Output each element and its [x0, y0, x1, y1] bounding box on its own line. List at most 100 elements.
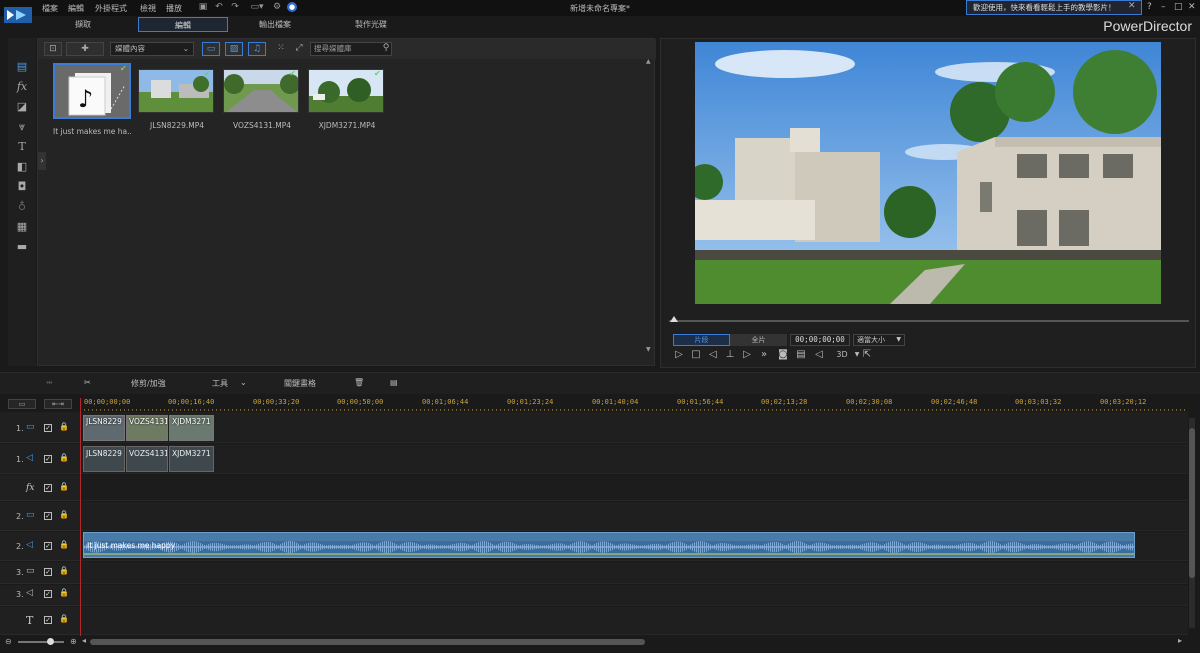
3d-mode-button[interactable]: 3D	[831, 349, 853, 361]
audio-clip[interactable]: XJDM3271	[169, 446, 214, 472]
stop-icon[interactable]: □	[690, 349, 702, 361]
scroll-up-icon[interactable]: ▲	[646, 59, 652, 65]
help-button[interactable]: ?	[1147, 2, 1152, 12]
library-scrollbar[interactable]: ▲ ▼	[646, 59, 652, 359]
expand-panel-icon[interactable]: ›	[38, 152, 46, 170]
previous-frame-icon[interactable]: ◁	[707, 349, 719, 361]
scrollbar-thumb[interactable]	[1189, 428, 1195, 578]
mark-in-icon[interactable]: ⊥	[724, 349, 736, 361]
zoom-slider-handle[interactable]	[47, 638, 54, 645]
undo-icon[interactable]: ↶	[214, 2, 224, 12]
lock-icon[interactable]: 🔒	[59, 482, 69, 491]
view-entire-movie-icon[interactable]: ⇤⇥	[44, 399, 72, 409]
tab-create-disc[interactable]: 製作光碟	[336, 17, 406, 32]
track-enable-checkbox[interactable]: ✓	[44, 424, 52, 432]
video-filter-icon[interactable]: ▭	[202, 42, 220, 56]
media-room-icon[interactable]: ▤	[14, 60, 30, 74]
redo-icon[interactable]: ↷	[230, 2, 240, 12]
undock-preview-icon[interactable]: ⇱	[861, 349, 873, 361]
track-video-2[interactable]	[81, 502, 1188, 531]
timeline-vertical-scrollbar[interactable]	[1189, 418, 1195, 628]
timeline-horizontal-scrollbar[interactable]	[90, 639, 645, 645]
track-video-3[interactable]	[81, 562, 1188, 584]
tab-produce[interactable]: 輸出檔案	[240, 17, 310, 32]
video-clip[interactable]: XJDM3271	[169, 415, 214, 441]
lock-icon[interactable]: 🔒	[59, 540, 69, 549]
grid-view-icon[interactable]: ⁙	[274, 42, 288, 56]
expand-view-icon[interactable]: ⤢	[292, 42, 306, 56]
timeline-ruler[interactable]: ▭ ⇤⇥ 00;00;00;00 00;00;16;40 00;00;33;20…	[0, 396, 1200, 411]
tab-capture[interactable]: 擷取	[48, 17, 118, 32]
tab-edit[interactable]: 編輯	[138, 17, 228, 32]
scrubber-handle[interactable]	[670, 316, 678, 322]
save-icon[interactable]: ▣	[198, 2, 208, 12]
zoom-slider-track[interactable]	[18, 641, 64, 643]
particle-room-icon[interactable]: ⩔	[14, 120, 30, 134]
lock-icon[interactable]: 🔒	[59, 510, 69, 519]
track-enable-checkbox[interactable]: ✓	[44, 590, 52, 598]
menu-file[interactable]: 檔案	[42, 3, 58, 14]
title-room-icon[interactable]: T	[14, 140, 30, 154]
audio-clip[interactable]: JLSN8229	[83, 446, 125, 472]
aspect-ratio-icon[interactable]: ▭▾	[248, 2, 266, 12]
lock-icon[interactable]: 🔒	[59, 588, 69, 597]
search-icon[interactable]: ⚲	[380, 42, 392, 56]
tools-button[interactable]: 工具	[212, 378, 228, 389]
scroll-down-icon[interactable]: ▼	[646, 347, 651, 353]
zoom-out-icon[interactable]: ⊖	[5, 637, 12, 646]
media-item-audio[interactable]: ♪ ✔ It just makes me ha...	[53, 63, 131, 136]
timecode-display[interactable]: 00;00;00;00	[790, 334, 850, 346]
media-item-video[interactable]: ✔ JLSN8229.MP4	[138, 69, 216, 130]
track-enable-checkbox[interactable]: ✓	[44, 616, 52, 624]
clip-mode-button[interactable]: 片段	[673, 334, 730, 346]
notification-icon[interactable]: ●	[287, 2, 297, 12]
track-video-1[interactable]	[81, 412, 1188, 443]
music-clip[interactable]: It just makes me happy	[83, 532, 1135, 558]
audio-filter-icon[interactable]: ♫	[248, 42, 266, 56]
chapter-room-icon[interactable]: ▦	[14, 220, 30, 234]
scroll-left-icon[interactable]: ◂	[82, 636, 86, 645]
zoom-fit-dropdown[interactable]: 適當大小 ▼	[853, 334, 905, 346]
fx-room-icon[interactable]: fx	[14, 80, 30, 94]
track-enable-checkbox[interactable]: ✓	[44, 484, 52, 492]
menu-playback[interactable]: 播放	[166, 3, 182, 14]
menu-plugins[interactable]: 外掛程式	[95, 3, 127, 14]
delete-trash-icon[interactable]: 🗑	[354, 378, 364, 387]
video-clip[interactable]: VOZS4131	[126, 415, 168, 441]
banner-close-icon[interactable]: ✕	[1128, 1, 1136, 11]
track-enable-checkbox[interactable]: ✓	[44, 542, 52, 550]
menu-view[interactable]: 檢視	[140, 3, 156, 14]
voice-over-icon[interactable]: ♁	[14, 200, 30, 214]
lock-icon[interactable]: 🔒	[59, 614, 69, 623]
settings-gear-icon[interactable]: ⚙	[272, 2, 282, 12]
track-audio-3[interactable]	[81, 585, 1188, 606]
split-icon[interactable]: ⇹	[46, 378, 53, 387]
movie-mode-button[interactable]: 全片	[730, 334, 787, 346]
track-fx[interactable]	[81, 475, 1188, 501]
subtitle-icon[interactable]: ▤	[795, 349, 807, 361]
scroll-right-icon[interactable]: ▸	[1178, 636, 1182, 645]
next-frame-icon[interactable]: ▷	[741, 349, 753, 361]
trim-enhance-button[interactable]: 修剪/加強	[131, 378, 166, 389]
lock-icon[interactable]: 🔒	[59, 453, 69, 462]
welcome-banner[interactable]: 歡迎使用，快來看看輕鬆上手的教學影片！	[966, 0, 1142, 15]
track-manager-icon[interactable]: ▭	[8, 399, 36, 409]
lock-icon[interactable]: 🔒	[59, 566, 69, 575]
transition-room-icon[interactable]: ◧	[14, 160, 30, 174]
track-enable-checkbox[interactable]: ✓	[44, 568, 52, 576]
image-filter-icon[interactable]: ▨	[225, 42, 243, 56]
volume-icon[interactable]: ◁	[813, 349, 825, 361]
lock-icon[interactable]: 🔒	[59, 422, 69, 431]
play-icon[interactable]: ▷	[673, 349, 685, 361]
zoom-in-icon[interactable]: ⊕	[70, 637, 77, 646]
keyframe-button[interactable]: 關鍵畫格	[284, 378, 316, 389]
media-item-video[interactable]: ✔ XJDM3271.MP4	[308, 69, 386, 130]
snapshot-camera-icon[interactable]: ◙	[777, 349, 789, 361]
minimize-button[interactable]: –	[1161, 2, 1166, 12]
plugin-icon[interactable]: ✚	[66, 42, 104, 56]
close-button[interactable]: ✕	[1188, 2, 1196, 12]
subtitle-room-icon[interactable]: ▬	[14, 240, 30, 254]
video-clip[interactable]: JLSN8229	[83, 415, 125, 441]
track-title[interactable]	[81, 607, 1188, 635]
audio-clip[interactable]: VOZS4131	[126, 446, 168, 472]
